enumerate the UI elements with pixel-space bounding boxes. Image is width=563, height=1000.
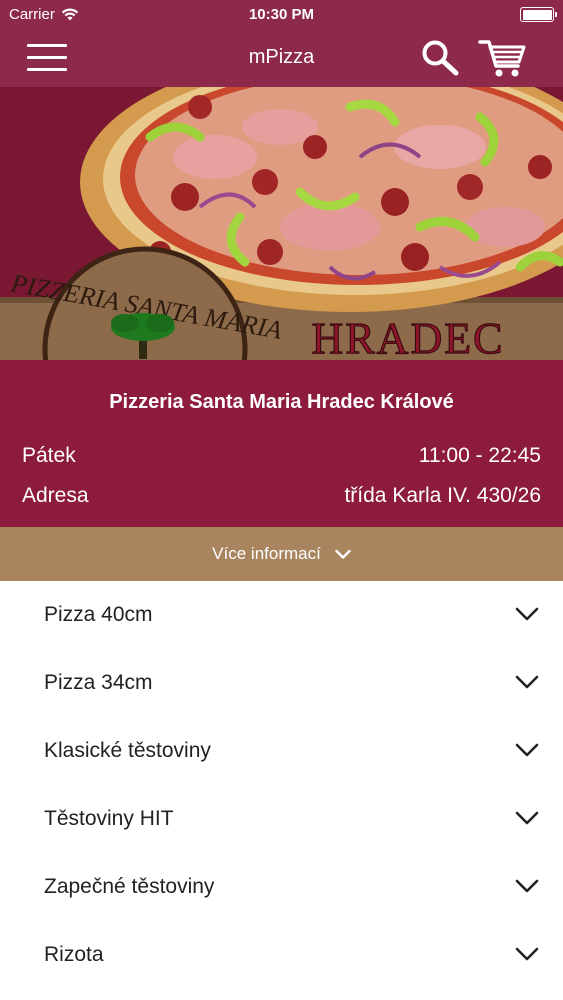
chevron-down-icon	[335, 549, 351, 559]
chevron-down-icon	[515, 607, 539, 621]
opening-hours: 11:00 - 22:45	[418, 444, 541, 467]
more-info-button[interactable]: Více informací	[0, 527, 563, 581]
category-label: Zapečné těstoviny	[44, 875, 215, 898]
chevron-down-icon	[515, 675, 539, 689]
city-text: HRADEC	[312, 314, 505, 360]
category-pizza-34cm[interactable]: Pizza 34cm	[0, 649, 563, 717]
nav-bar: mPizza	[0, 30, 563, 87]
search-icon	[422, 40, 459, 76]
cart-button[interactable]	[478, 38, 528, 80]
day-label: Pátek	[22, 444, 76, 467]
chevron-down-icon	[515, 743, 539, 757]
restaurant-banner: PIZZERIA SANTA MARIA HRADEC	[0, 87, 563, 360]
restaurant-name: Pizzeria Santa Maria Hradec Králové	[109, 391, 454, 413]
address-value: třída Karla IV. 430/26	[344, 484, 541, 507]
category-label: Pizza 40cm	[44, 603, 153, 626]
menu-categories: Pizza 40cm Pizza 34cm Klasické těstoviny…	[0, 581, 563, 989]
chevron-down-icon	[515, 879, 539, 893]
category-rizota[interactable]: Rizota	[0, 921, 563, 989]
category-pizza-40cm[interactable]: Pizza 40cm	[0, 581, 563, 649]
category-zapecne-testoviny[interactable]: Zapečné těstoviny	[0, 853, 563, 921]
search-button[interactable]	[420, 38, 462, 78]
category-label: Těstoviny HIT	[44, 807, 174, 830]
category-testoviny-hit[interactable]: Těstoviny HIT	[0, 785, 563, 853]
opening-hours-row: Pátek 11:00 - 22:45	[22, 444, 541, 468]
category-label: Rizota	[44, 943, 104, 966]
category-label: Pizza 34cm	[44, 671, 153, 694]
restaurant-info: Pizzeria Santa Maria Hradec Králové Páte…	[0, 360, 563, 527]
address-row: Adresa třída Karla IV. 430/26	[22, 484, 541, 508]
status-time: 10:30 PM	[248, 6, 315, 23]
pizza-image: PIZZERIA SANTA MARIA HRADEC	[0, 87, 563, 360]
status-bar: Carrier 10:30 PM	[0, 0, 563, 30]
cart-icon	[478, 40, 526, 77]
address-label: Adresa	[22, 484, 89, 507]
category-klasicke-testoviny[interactable]: Klasické těstoviny	[0, 717, 563, 785]
chevron-down-icon	[515, 947, 539, 961]
category-label: Klasické těstoviny	[44, 739, 211, 762]
chevron-down-icon	[515, 811, 539, 825]
more-info-label: Více informací	[212, 544, 321, 563]
battery-icon	[520, 7, 557, 22]
